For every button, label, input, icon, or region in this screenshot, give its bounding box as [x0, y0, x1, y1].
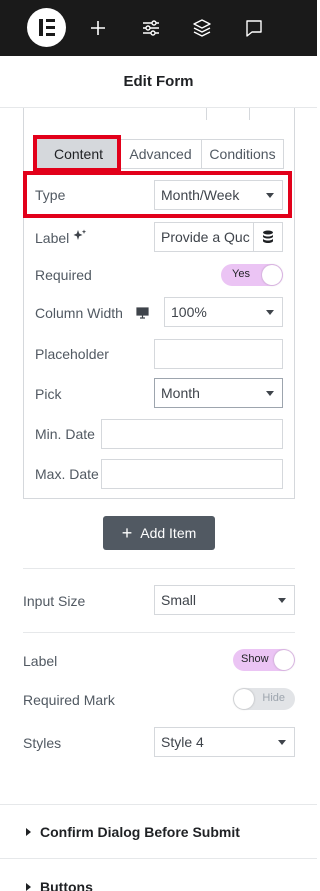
max-date-label: Max. Date	[35, 466, 99, 482]
required-toggle-caption: Yes	[232, 268, 250, 280]
ai-sparkle-icon[interactable]	[73, 229, 87, 246]
divider	[23, 632, 295, 633]
label-value: Provide a Quc	[161, 229, 250, 245]
required-mark-toggle-text: Hide	[262, 692, 285, 704]
top-toolbar	[0, 0, 317, 56]
min-date-label: Min. Date	[35, 426, 95, 442]
required-toggle-left: Yes	[221, 264, 261, 286]
label-toggle-text: Show	[241, 653, 269, 665]
chevron-down-icon	[266, 310, 274, 315]
caret-right-icon	[26, 827, 31, 836]
type-value: Month/Week	[161, 187, 240, 203]
highlight-content-tab	[33, 135, 121, 172]
label-show-toggle[interactable]: Show	[233, 649, 295, 671]
toggle-knob	[262, 265, 282, 285]
chevron-down-icon	[266, 391, 274, 396]
column-width-value: 100%	[171, 304, 207, 320]
pick-label: Pick	[35, 386, 62, 402]
styles-value: Style 4	[161, 734, 204, 750]
min-date-input[interactable]	[101, 419, 283, 449]
input-size-value: Small	[161, 592, 197, 608]
dynamic-tags-button[interactable]	[253, 222, 283, 252]
section-confirm-dialog-title: Confirm Dialog Before Submit	[40, 823, 240, 840]
panel-header: Edit Form	[0, 56, 317, 108]
label-input[interactable]: Provide a Quc	[154, 222, 254, 252]
placeholder-label: Placeholder	[35, 346, 109, 362]
type-label: Type	[35, 187, 66, 203]
add-item-label: Add Item	[140, 525, 197, 541]
column-width-label: Column Width	[35, 305, 123, 321]
type-select[interactable]: Month/Week	[154, 180, 283, 210]
layers-icon[interactable]	[190, 16, 214, 40]
label-toggle-label: Label	[23, 653, 58, 669]
max-date-input[interactable]	[101, 459, 283, 489]
input-size-label: Input Size	[23, 593, 86, 609]
label-field-label: Label	[35, 230, 70, 246]
item-toolbar-divider	[206, 108, 207, 120]
pick-select[interactable]: Month	[154, 378, 283, 408]
chevron-down-icon	[278, 740, 286, 745]
required-label: Required	[35, 267, 92, 283]
required-mark-label: Required Mark	[23, 692, 115, 708]
plus-icon: +	[121, 523, 133, 543]
section-buttons[interactable]: Buttons	[0, 858, 317, 891]
placeholder-input[interactable]	[154, 339, 283, 369]
database-icon	[263, 230, 273, 243]
section-buttons-title: Buttons	[40, 879, 93, 891]
chevron-down-icon	[278, 598, 286, 603]
add-item-button[interactable]: + Add Item	[103, 516, 215, 550]
toggle-knob	[234, 689, 254, 709]
chat-icon[interactable]	[242, 16, 266, 40]
settings-sliders-icon[interactable]	[139, 16, 163, 40]
toggle-knob	[274, 650, 294, 670]
styles-label: Styles	[23, 735, 62, 751]
chevron-down-icon	[266, 193, 274, 198]
input-size-select[interactable]: Small	[154, 585, 295, 615]
caret-right-icon	[26, 883, 31, 891]
pick-value: Month	[161, 385, 200, 401]
desktop-icon[interactable]	[136, 306, 149, 322]
column-width-select[interactable]: 100%	[164, 297, 283, 327]
item-toolbar-divider	[249, 108, 250, 120]
divider	[23, 568, 295, 569]
page-title: Edit Form	[123, 73, 194, 90]
tab-conditions[interactable]: Conditions	[201, 140, 283, 168]
required-mark-toggle[interactable]: Hide	[233, 688, 295, 710]
elementor-logo-icon[interactable]	[27, 8, 66, 47]
section-confirm-dialog[interactable]: Confirm Dialog Before Submit	[0, 804, 317, 858]
add-icon[interactable]	[86, 16, 110, 40]
tab-advanced[interactable]: Advanced	[119, 140, 201, 168]
styles-select[interactable]: Style 4	[154, 727, 295, 757]
